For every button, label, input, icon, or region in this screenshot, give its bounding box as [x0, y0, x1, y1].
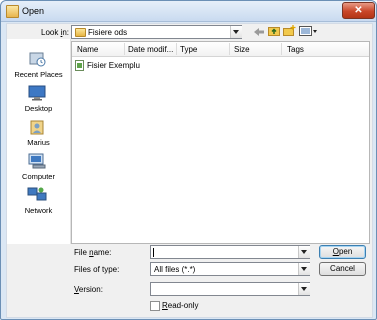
ods-document-icon: [75, 60, 84, 71]
title-bar: Open ✕: [1, 1, 376, 22]
new-folder-icon[interactable]: [283, 25, 296, 37]
version-combo[interactable]: [150, 282, 310, 296]
column-size[interactable]: Size: [234, 45, 250, 54]
close-button[interactable]: ✕: [342, 2, 375, 19]
look-in-dropdown-button[interactable]: [230, 26, 242, 38]
places-bar: Recent Places Desktop Marius Computer Ne…: [7, 39, 71, 244]
window-title: Open: [22, 6, 45, 16]
file-type-label: Files of type:: [74, 265, 120, 274]
look-in-combo[interactable]: Fisiere ods: [71, 25, 242, 39]
cancel-button[interactable]: Cancel: [319, 262, 366, 276]
text-caret: [153, 248, 154, 257]
chevron-down-icon: [233, 30, 239, 34]
column-date-modified[interactable]: Date modif...: [128, 45, 173, 54]
place-network[interactable]: Network: [7, 187, 70, 219]
file-name-dropdown-button[interactable]: [298, 246, 310, 258]
open-button[interactable]: Open: [319, 245, 366, 259]
place-label: Marius: [27, 138, 50, 147]
chevron-down-icon: [301, 267, 307, 271]
look-in-label: Look in:: [41, 28, 70, 37]
desktop-icon: [28, 85, 46, 101]
chevron-down-icon: [301, 287, 307, 291]
user-folder-icon: [30, 120, 44, 135]
computer-icon: [28, 153, 46, 169]
up-folder-icon[interactable]: [268, 25, 281, 37]
file-type-dropdown-button[interactable]: [298, 263, 310, 275]
column-name[interactable]: Name: [77, 45, 98, 54]
folder-icon: [75, 28, 86, 37]
place-computer[interactable]: Computer: [7, 153, 70, 185]
file-type-combo[interactable]: All files (*.*): [150, 262, 310, 276]
back-arrow-icon[interactable]: [253, 26, 265, 38]
open-dialog: Open ✕ Look in: Fisiere ods Recent Place…: [0, 0, 377, 320]
column-header: Name Date modif... Type Size Tags: [72, 42, 369, 57]
file-name: Fisier Exemplu: [87, 61, 140, 70]
column-type[interactable]: Type: [180, 45, 197, 54]
network-icon: [27, 187, 47, 201]
file-name-label: File name:: [74, 248, 112, 257]
chevron-down-icon: [301, 250, 307, 254]
views-menu-icon[interactable]: [299, 25, 318, 37]
version-dropdown-button[interactable]: [298, 283, 310, 295]
place-label: Desktop: [24, 104, 53, 113]
place-label: Network: [24, 206, 53, 215]
file-list[interactable]: Name Date modif... Type Size Tags Fisier…: [71, 41, 370, 244]
read-only-checkbox[interactable]: [150, 301, 160, 311]
dialog-body: Look in: Fisiere ods Recent Places Deskt…: [6, 23, 373, 318]
version-label: Version:: [74, 285, 103, 294]
look-in-value: Fisiere ods: [88, 28, 128, 37]
place-marius[interactable]: Marius: [7, 119, 70, 151]
app-icon: [6, 5, 19, 18]
column-tags[interactable]: Tags: [287, 45, 304, 54]
read-only-label[interactable]: Read-only: [162, 301, 198, 310]
place-desktop[interactable]: Desktop: [7, 85, 70, 117]
recent-places-icon: [29, 52, 46, 67]
place-recent-places[interactable]: Recent Places: [7, 51, 70, 83]
place-label: Recent Places: [14, 70, 63, 79]
place-label: Computer: [22, 172, 55, 181]
file-type-value: All files (*.*): [154, 265, 196, 274]
file-name-field[interactable]: [150, 245, 310, 259]
